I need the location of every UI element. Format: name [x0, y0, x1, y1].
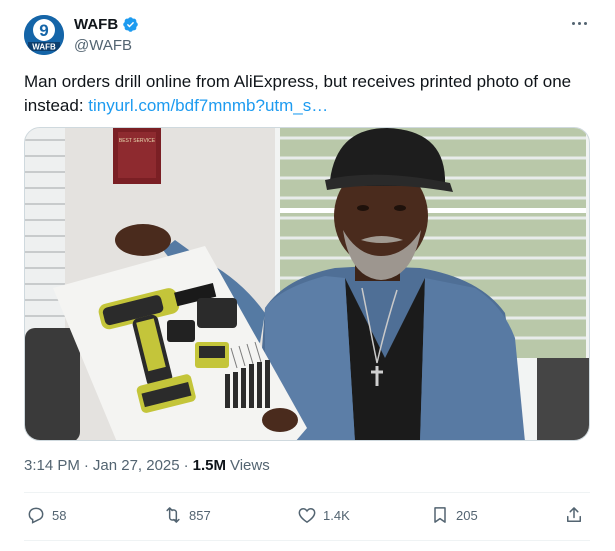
more-dot-icon — [583, 21, 587, 25]
tweet-text: Man orders drill online from AliExpress,… — [24, 70, 599, 118]
more-dot-icon — [571, 21, 575, 25]
author-name-row: WAFB — [74, 16, 139, 33]
reply-icon — [28, 507, 44, 524]
verified-badge-icon — [123, 17, 138, 32]
avatar-logo-number: 9 — [39, 21, 48, 40]
avatar-logo-text: WAFB — [32, 43, 56, 52]
more-options-button[interactable] — [568, 14, 590, 32]
author-handle[interactable]: @WAFB — [74, 37, 132, 54]
divider — [24, 540, 590, 541]
like-button[interactable]: 1.4K — [297, 505, 350, 525]
repost-count: 857 — [189, 507, 211, 523]
share-icon — [567, 507, 581, 522]
bookmark-button[interactable]: 205 — [430, 505, 478, 525]
tweet-meta: 3:14 PM · Jan 27, 2025 · 1.5M Views — [24, 457, 270, 474]
tweet-actions: 58 857 1.4K 205 — [24, 495, 590, 539]
tweet-time[interactable]: 3:14 PM — [24, 457, 80, 474]
tweet-link[interactable]: tinyurl.com/bdf7mnmb?utm_s… — [88, 96, 328, 115]
meta-separator: · — [83, 457, 89, 474]
views-count: 1.5M — [192, 457, 226, 474]
repost-icon — [166, 507, 180, 523]
wafb-9-logo-icon: 9 WAFB — [24, 15, 64, 55]
meta-separator: · — [183, 457, 189, 474]
more-dot-icon — [577, 21, 581, 25]
reply-count: 58 — [52, 507, 67, 523]
tweet: 9 WAFB WAFB @WAFB Man orders drill onlin… — [0, 0, 615, 551]
heart-icon — [298, 507, 316, 523]
photo-man-holding-printed-drill-photo: BEST SERVICE — [25, 128, 589, 440]
bookmark-count: 205 — [456, 507, 478, 523]
views-label: Views — [229, 457, 270, 474]
repost-button[interactable]: 857 — [163, 505, 211, 525]
bookmark-icon — [434, 507, 446, 523]
share-button[interactable] — [564, 505, 584, 525]
tweet-date[interactable]: Jan 27, 2025 — [93, 457, 180, 474]
tweet-media-photo[interactable]: BEST SERVICE — [24, 127, 590, 441]
avatar[interactable]: 9 WAFB — [24, 15, 64, 55]
divider — [24, 492, 590, 493]
reply-button[interactable]: 58 — [26, 505, 66, 525]
plaque-text: BEST SERVICE — [119, 138, 156, 144]
author-display-name[interactable]: WAFB — [74, 16, 118, 33]
like-count: 1.4K — [323, 507, 350, 523]
